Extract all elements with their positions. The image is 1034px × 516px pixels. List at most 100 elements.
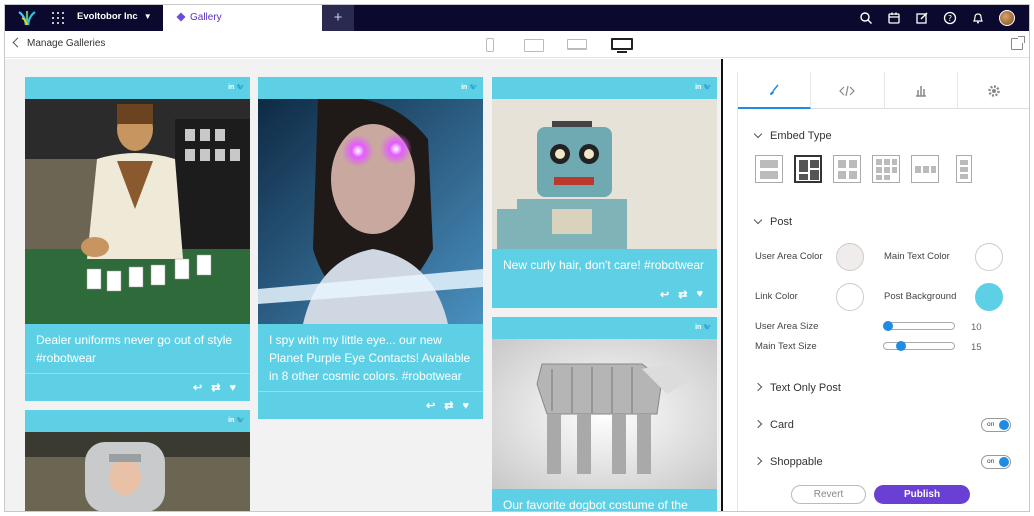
main-text-size-value: 15 — [971, 342, 982, 353]
user-area-size-slider[interactable] — [883, 321, 955, 331]
reply-icon[interactable]: ↩ — [193, 381, 202, 394]
panel-tabs — [738, 72, 1029, 109]
chevron-down-icon — [753, 129, 763, 139]
embed-option-tiles[interactable] — [872, 155, 900, 183]
post-image — [492, 99, 717, 249]
brush-icon — [770, 84, 779, 95]
embed-type-options — [755, 155, 972, 183]
post-card[interactable]: in 🐦 Our favorite dogbot costume of the — [492, 317, 717, 512]
embed-option-list[interactable] — [755, 155, 783, 183]
post-background-label: Post Background — [884, 291, 957, 302]
app-window: Evoltobor Inc ▼ Gallery + ? Manage Galler… — [4, 4, 1030, 512]
settings-panel: Embed Type Post User Area Color Main Tex… — [737, 72, 1029, 511]
bell-icon[interactable] — [971, 11, 985, 25]
post-caption: New curly hair, don't care! #robotwear — [503, 258, 705, 272]
chevron-down-icon: ▼ — [143, 12, 152, 21]
sub-bar: Manage Galleries — [5, 31, 1029, 58]
chevron-down-icon — [753, 215, 763, 225]
post-label: Post — [770, 216, 793, 228]
search-icon[interactable] — [859, 11, 873, 25]
calendar-icon[interactable] — [887, 11, 901, 25]
post-card[interactable]: in 🐦 New curly hair, don't care! #robotw… — [492, 77, 717, 308]
slider-handle[interactable] — [883, 321, 893, 331]
shoppable-section[interactable]: Shoppable — [753, 456, 823, 468]
card-label: Card — [770, 419, 794, 431]
gallery-column: in 🐦 Dealer uniforms never go out of sty… — [25, 77, 250, 511]
embed-option-masonry[interactable] — [794, 155, 822, 183]
tablet-device-icon[interactable] — [524, 39, 544, 52]
post-caption: Dealer uniforms never go out of style #r… — [36, 333, 233, 365]
like-icon[interactable]: ♥ — [229, 382, 236, 394]
card-section[interactable]: Card — [753, 419, 794, 431]
toggle-knob — [999, 457, 1009, 467]
laptop-device-icon[interactable] — [567, 39, 587, 50]
new-tab-button[interactable]: + — [322, 5, 354, 31]
post-caption: I spy with my little eye... our new Plan… — [269, 333, 471, 383]
back-link[interactable]: Manage Galleries — [12, 37, 106, 49]
main-text-size-slider[interactable] — [883, 341, 955, 351]
link-color-swatch[interactable] — [836, 283, 864, 311]
social-icons: in 🐦 — [228, 417, 245, 424]
embed-option-carousel[interactable] — [911, 155, 939, 183]
chevron-right-icon — [753, 456, 763, 466]
apps-grid-icon[interactable] — [52, 12, 64, 24]
post-card[interactable]: in 🐦 Dealer uniforms never go out of sty… — [25, 77, 250, 401]
social-icons: in 🐦 — [695, 84, 712, 91]
user-area-color-swatch[interactable] — [836, 243, 864, 271]
user-area-size-label: User Area Size — [755, 321, 819, 332]
reply-icon[interactable]: ↩ — [426, 399, 435, 412]
panel-divider[interactable] — [721, 59, 723, 511]
compose-icon[interactable] — [915, 11, 929, 25]
post-caption: Our favorite dogbot costume of the — [503, 498, 688, 512]
slider-handle[interactable] — [896, 341, 906, 351]
text-only-post-label: Text Only Post — [770, 382, 841, 394]
app-logo-icon[interactable] — [17, 10, 37, 26]
tab-code[interactable] — [811, 72, 885, 109]
reply-icon[interactable]: ↩ — [660, 288, 669, 301]
tab-settings[interactable] — [958, 72, 1029, 109]
top-icons: ? — [859, 10, 1015, 26]
chart-icon — [915, 85, 926, 97]
org-switcher[interactable]: Evoltobor Inc ▼ — [77, 11, 152, 22]
top-bar: Evoltobor Inc ▼ Gallery + ? — [5, 5, 1029, 31]
card-toggle[interactable]: on — [981, 418, 1011, 432]
embed-type-label: Embed Type — [770, 130, 832, 142]
like-icon[interactable]: ♥ — [696, 288, 703, 300]
desktop-device-icon[interactable] — [611, 38, 633, 50]
post-card[interactable]: in 🐦 — [25, 410, 250, 511]
social-icons: in 🐦 — [461, 84, 478, 91]
org-name: Evoltobor Inc — [77, 11, 138, 22]
embed-type-section[interactable]: Embed Type — [753, 129, 832, 142]
tab-style[interactable] — [738, 72, 812, 109]
post-background-swatch[interactable] — [975, 283, 1003, 311]
gallery-column: in 🐦 New curly hair, don't care! #robotw… — [492, 77, 717, 512]
post-image — [492, 339, 717, 489]
back-label: Manage Galleries — [27, 38, 106, 49]
embed-option-grid[interactable] — [833, 155, 861, 183]
embed-option-single[interactable] — [956, 155, 972, 183]
like-icon[interactable]: ♥ — [462, 400, 469, 412]
tab-analytics[interactable] — [885, 72, 958, 109]
avatar[interactable] — [999, 10, 1015, 26]
chevron-right-icon — [753, 419, 763, 429]
toggle-label: on — [987, 458, 995, 465]
tab-gallery[interactable]: Gallery — [163, 5, 322, 31]
social-icons: in 🐦 — [695, 324, 712, 331]
retweet-icon[interactable]: ⇄ — [678, 288, 687, 301]
shoppable-toggle[interactable]: on — [981, 455, 1011, 469]
gear-icon — [988, 84, 1000, 97]
external-link-icon[interactable] — [1011, 36, 1025, 50]
shoppable-label: Shoppable — [770, 456, 823, 468]
main-text-color-swatch[interactable] — [975, 243, 1003, 271]
retweet-icon[interactable]: ⇄ — [444, 399, 453, 412]
post-section[interactable]: Post — [753, 215, 793, 228]
help-icon[interactable]: ? — [943, 11, 957, 25]
post-image — [258, 99, 483, 324]
mobile-device-icon[interactable] — [486, 38, 494, 52]
retweet-icon[interactable]: ⇄ — [211, 381, 220, 394]
text-only-post-section[interactable]: Text Only Post — [753, 382, 841, 394]
gallery-preview: in 🐦 Dealer uniforms never go out of sty… — [5, 59, 722, 512]
post-card[interactable]: in 🐦 — [258, 77, 483, 419]
revert-button[interactable]: Revert — [791, 485, 866, 504]
publish-button[interactable]: Publish — [874, 485, 970, 504]
